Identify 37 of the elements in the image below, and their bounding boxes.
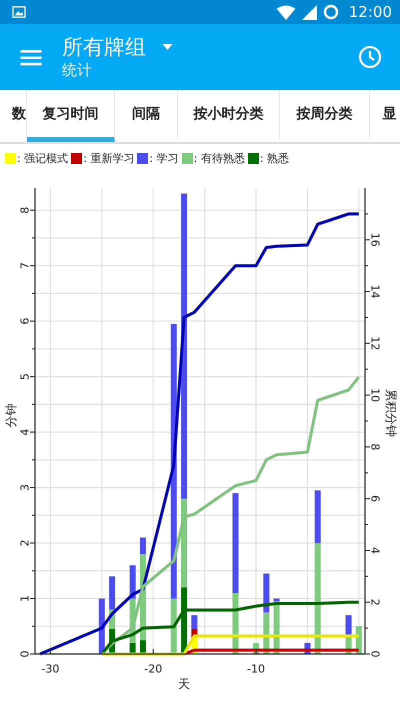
tick-label: 1 xyxy=(18,595,32,602)
axis-title: 天 xyxy=(178,677,190,691)
tick-label: 6 xyxy=(18,318,32,325)
tick-label: 0 xyxy=(18,650,32,658)
tick-label: 7 xyxy=(18,262,32,270)
axis-title: 累积分钟 xyxy=(384,389,398,438)
legend-label: : 重新学习 xyxy=(83,150,134,166)
tab[interactable]: 数 xyxy=(0,90,27,142)
tick-label: 2 xyxy=(368,598,382,606)
tick-label: 3 xyxy=(18,484,32,492)
tick-label: -20 xyxy=(144,662,162,676)
legend-label: : 熟悉 xyxy=(260,150,290,166)
tick-label: 5 xyxy=(18,373,32,380)
tick-label: 8 xyxy=(18,206,32,214)
tab[interactable]: 显 xyxy=(370,90,400,142)
tick-label: 8 xyxy=(368,443,382,450)
tab[interactable]: 按小时分类 xyxy=(178,90,280,142)
tick-label: 2 xyxy=(18,540,32,547)
clock-time: 12:00 xyxy=(348,3,392,21)
tab[interactable]: 复习时间 xyxy=(27,90,115,142)
tick-label: 4 xyxy=(368,546,382,554)
screen-subtitle: 统计 xyxy=(62,60,93,80)
tick-label: 0 xyxy=(368,650,382,658)
legend-label: : 强记模式 xyxy=(17,150,68,166)
tick-label: 6 xyxy=(368,495,382,502)
axis-title: 分钟 xyxy=(4,403,18,428)
tab[interactable]: 按周分类 xyxy=(280,90,370,142)
tick-label: 4 xyxy=(18,428,32,436)
tick-label: 16 xyxy=(368,232,382,247)
tick-label: -10 xyxy=(247,662,265,676)
tab[interactable]: 间隔 xyxy=(115,90,178,142)
legend-label: : 学习 xyxy=(149,150,179,166)
tick-label: 14 xyxy=(368,284,382,299)
tick-label: 12 xyxy=(368,336,382,350)
tick-label: -30 xyxy=(41,662,60,676)
tick-label: 10 xyxy=(368,388,382,402)
legend-label: : 有待熟悉 xyxy=(194,150,245,166)
